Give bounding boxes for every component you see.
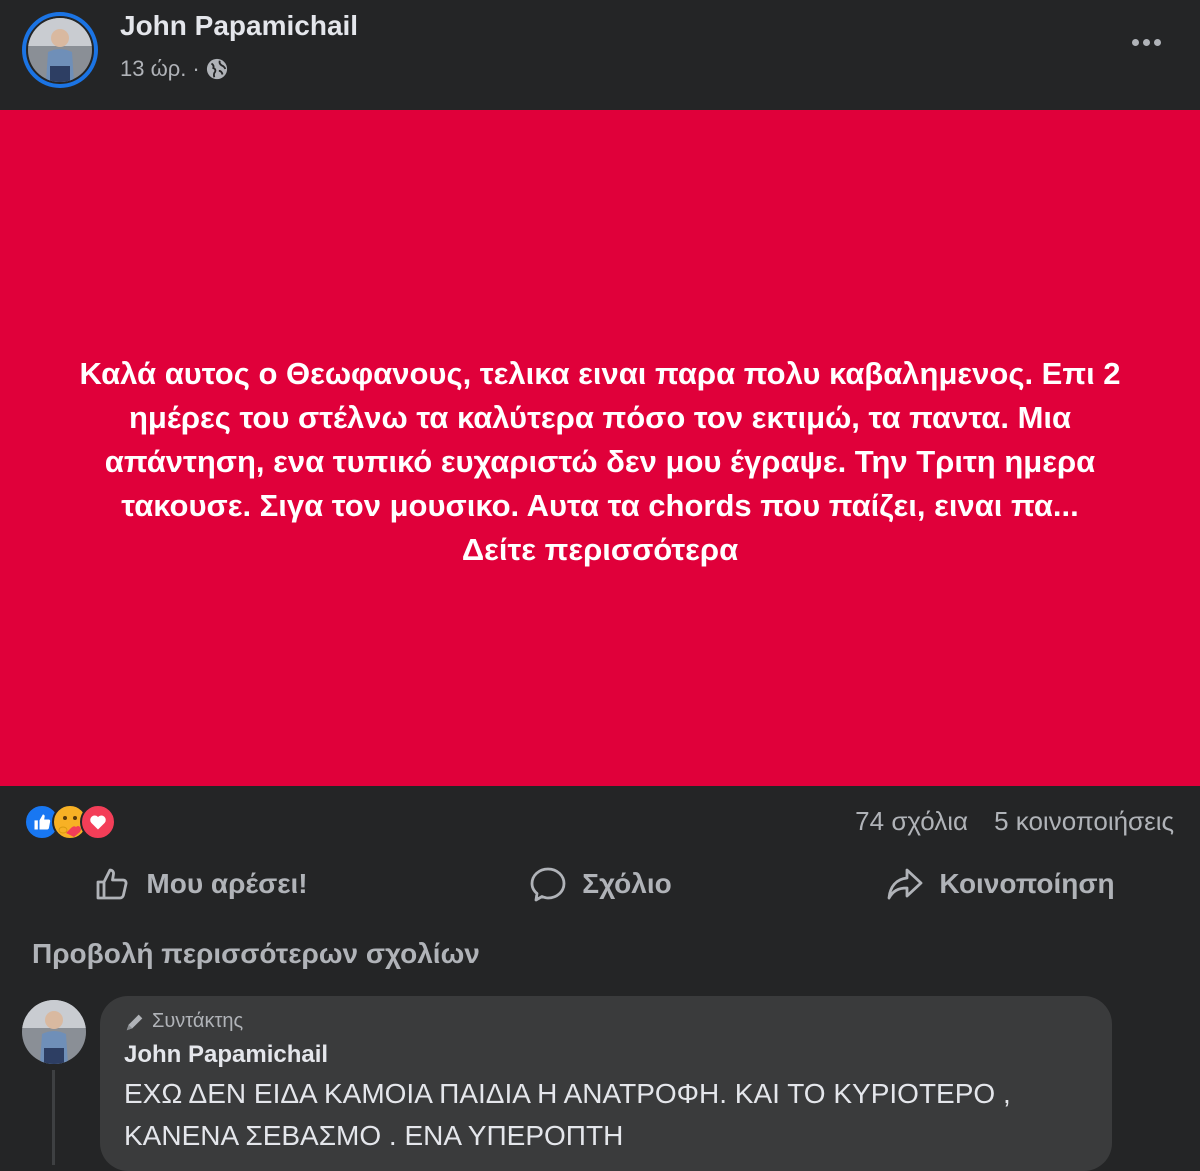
thread-line — [52, 1070, 55, 1165]
post-time[interactable]: 13 ώρ. — [120, 56, 186, 82]
like-label: Μου αρέσει! — [146, 868, 308, 899]
see-more-link[interactable]: Δείτε περισσότερα — [50, 528, 1150, 572]
author-avatar[interactable] — [22, 12, 98, 88]
commenter-avatar[interactable] — [22, 1000, 86, 1064]
author-name[interactable]: John Papamichail — [120, 10, 358, 42]
person-photo-icon — [28, 18, 92, 82]
comment-bubble: Συντάκτης John Papamichail ΕΧΩ ΔΕΝ ΕΙΔΑ … — [100, 996, 1112, 1171]
like-button[interactable]: Μου αρέσει! — [0, 852, 400, 916]
share-arrow-icon — [887, 868, 923, 900]
post-meta: 13 ώρ. · — [120, 56, 228, 82]
comment-bubble-icon — [530, 867, 566, 902]
thumbs-up-icon — [96, 868, 128, 900]
shares-count[interactable]: 5 κοινοποιήσεις — [994, 806, 1174, 837]
comments-count[interactable]: 74 σχόλια — [855, 806, 968, 837]
more-dots-icon — [1131, 38, 1139, 46]
reaction-summary[interactable] — [24, 802, 116, 842]
comment-button[interactable]: Σχόλιο — [400, 852, 800, 916]
share-label: Κοινοποίηση — [939, 868, 1115, 899]
engagement-counts: 74 σχόλια 5 κοινοποιήσεις — [855, 806, 1174, 837]
comment-label: Σχόλιο — [582, 868, 672, 899]
post-text: Καλά αυτος ο Θεωφανους, τελικα ειναι παρ… — [79, 356, 1121, 523]
author-badge-label: Συντάκτης — [152, 1010, 244, 1032]
share-button[interactable]: Κοινοποίηση — [800, 852, 1200, 916]
meta-separator: · — [192, 56, 200, 81]
view-more-comments-link[interactable]: Προβολή περισσότερων σχολίων — [32, 938, 480, 970]
love-reaction-icon — [80, 804, 116, 840]
comment-text: ΕΧΩ ΔΕΝ ΕΙΔΑ ΚΑΜΟΙΑ ΠΑΙΔΙΑ Η ΑΝΑΤΡΟΦΗ. Κ… — [124, 1078, 1011, 1151]
post-header: John Papamichail 13 ώρ. · — [0, 0, 1200, 110]
comment-author[interactable]: John Papamichail — [124, 1041, 1088, 1069]
person-photo-icon — [22, 1000, 86, 1064]
globe-icon[interactable] — [206, 58, 228, 80]
post-background-card: Καλά αυτος ο Θεωφανους, τελικα ειναι παρ… — [0, 110, 1200, 786]
post-action-bar: Μου αρέσει! Σχόλιο Κοινοποίηση — [0, 852, 1200, 916]
author-badge: Συντάκτης — [124, 1010, 1088, 1033]
pencil-icon — [126, 1014, 143, 1030]
post-text-container: Καλά αυτος ο Θεωφανους, τελικα ειναι παρ… — [50, 352, 1150, 572]
more-options-button[interactable] — [1124, 24, 1168, 60]
